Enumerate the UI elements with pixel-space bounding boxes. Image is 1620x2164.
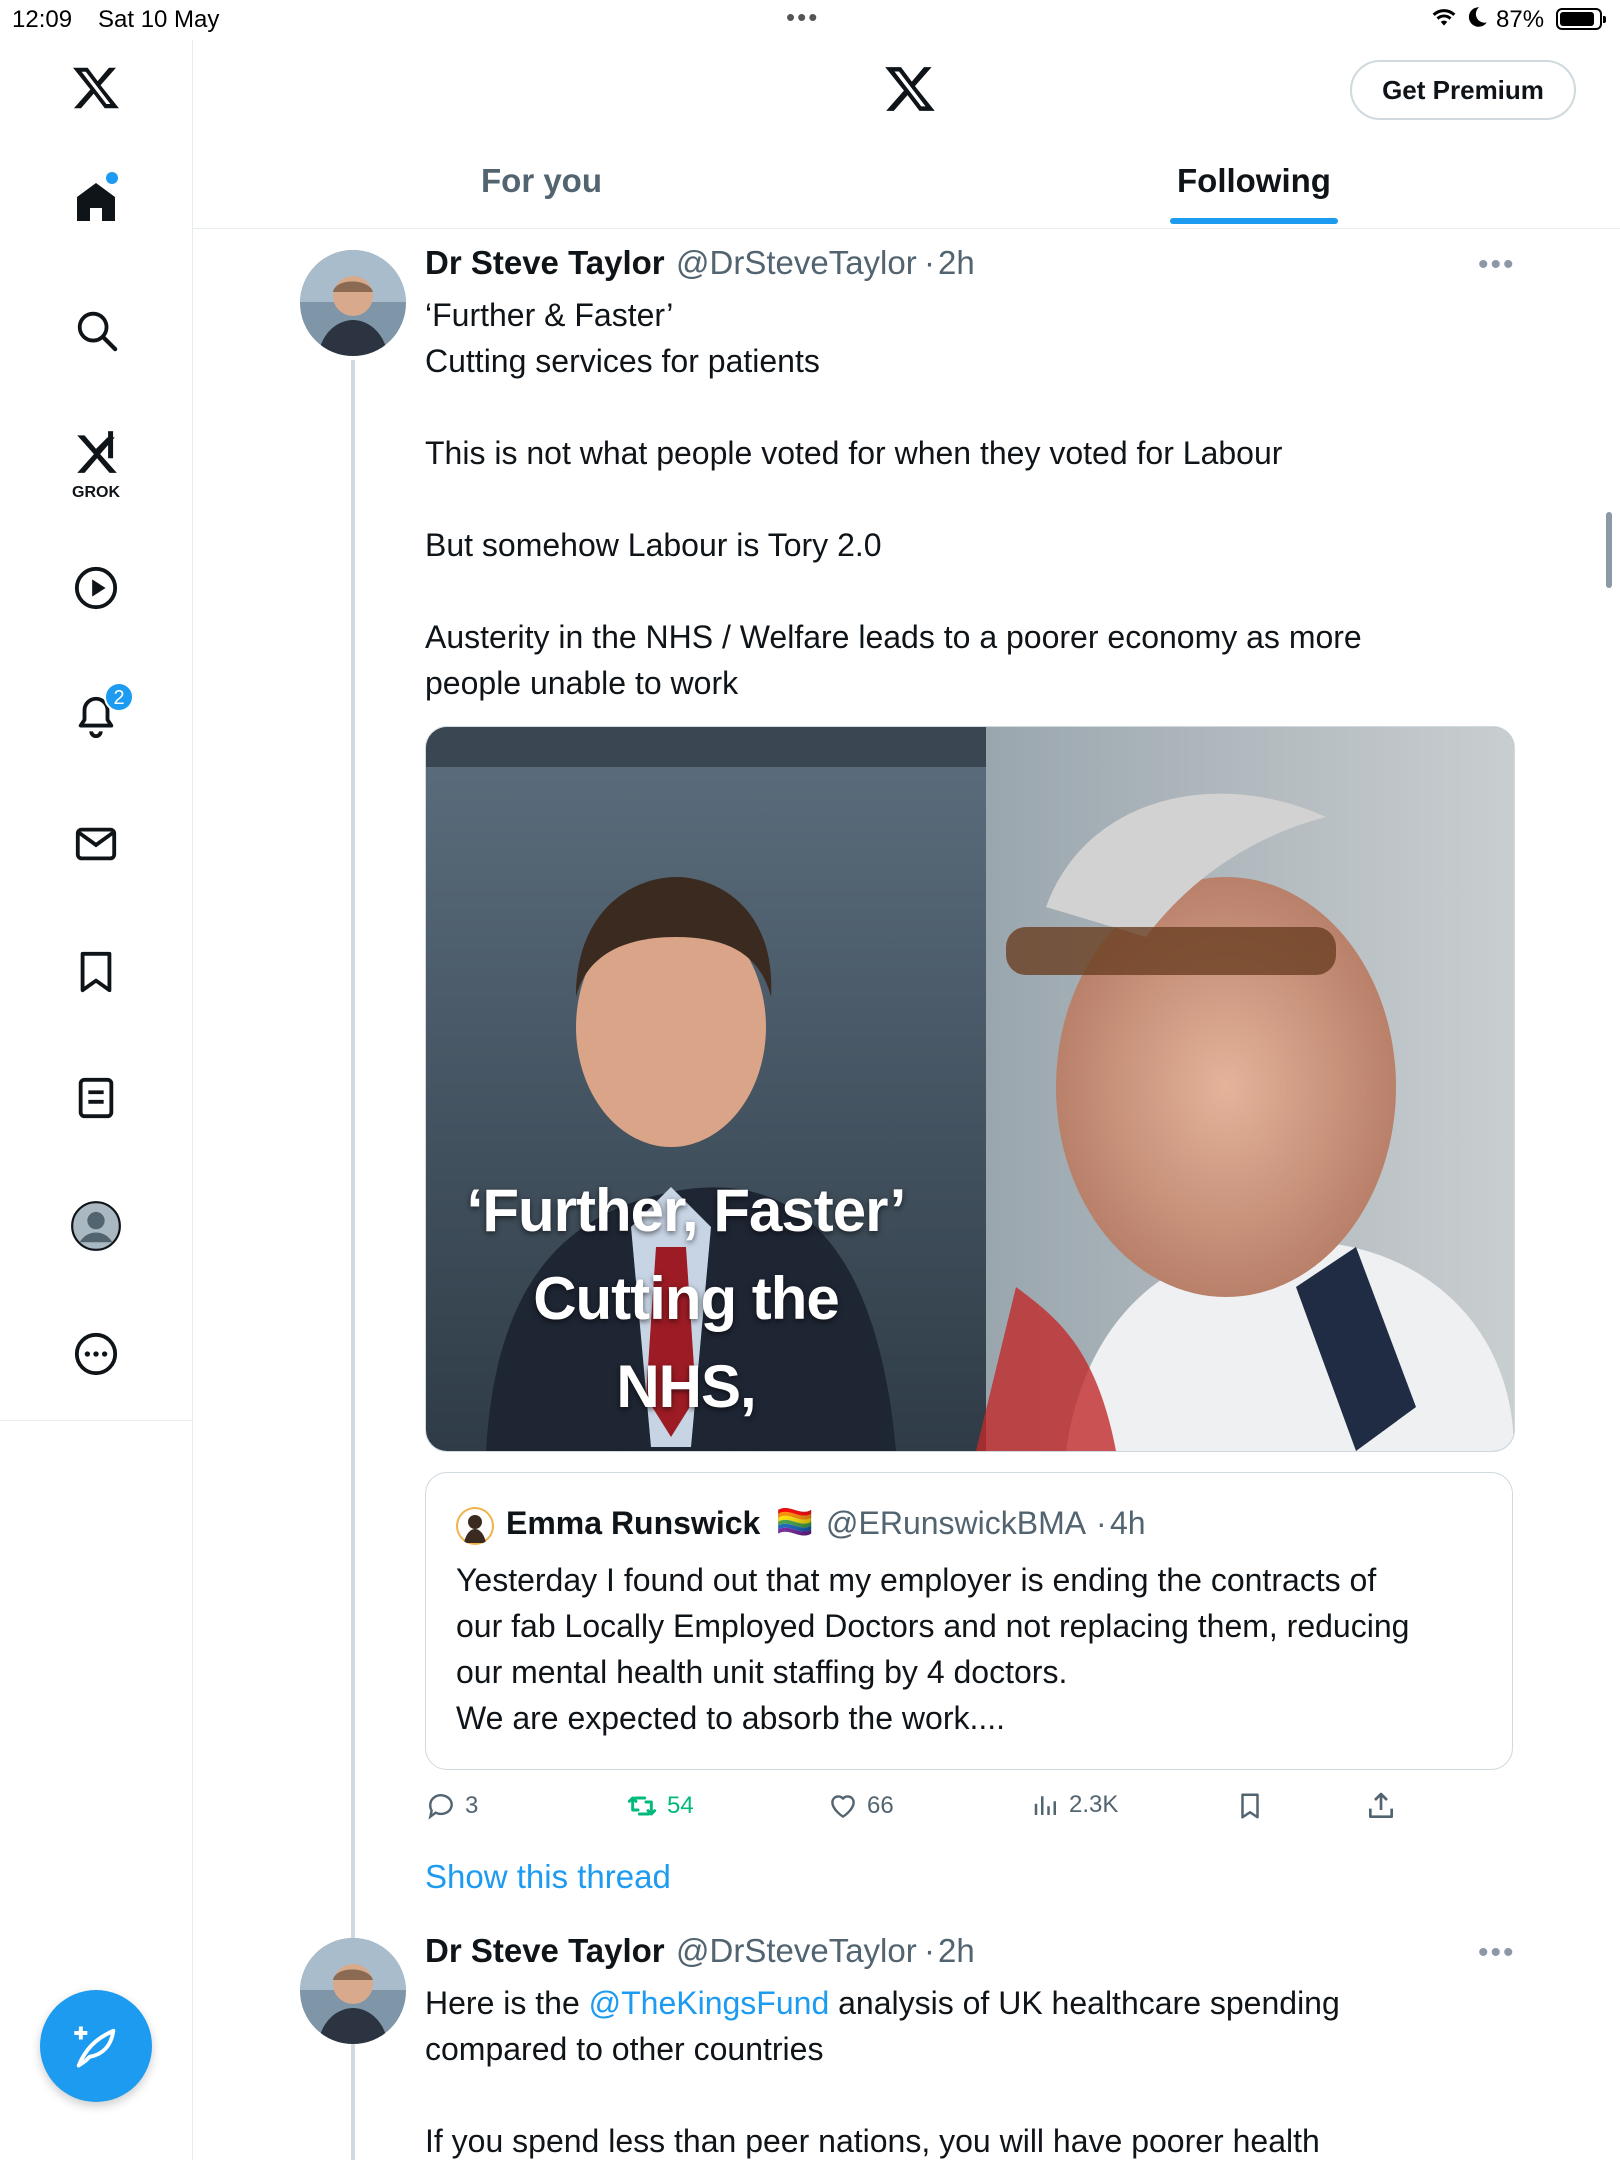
- repost-button[interactable]: 54: [625, 1790, 694, 1822]
- tweet-text-line: This is not what people voted for when t…: [425, 435, 1283, 471]
- grok-icon[interactable]: [68, 424, 124, 480]
- sidebar: GROK 2: [0, 40, 193, 2160]
- image-caption-line: and welfare: [466, 1431, 906, 1451]
- home-unread-dot: [106, 172, 118, 184]
- tweet-text-line: If you spend less than peer nations, you…: [425, 2123, 1320, 2159]
- video-play-icon[interactable]: [68, 560, 124, 616]
- tweet-author-handle[interactable]: @DrSteveTaylor: [676, 244, 917, 282]
- tweet-author-name[interactable]: Dr Steve Taylor: [425, 244, 665, 282]
- share-button[interactable]: [1365, 1790, 1397, 1822]
- quote-author-name: Emma Runswick: [506, 1505, 761, 1541]
- search-icon[interactable]: [68, 302, 124, 358]
- tab-following[interactable]: Following: [1177, 162, 1331, 200]
- notifications-count-badge: 2: [104, 682, 134, 712]
- tweet-author-name[interactable]: Dr Steve Taylor: [425, 1932, 665, 1970]
- tweet-text-line: Here is the @TheKingsFund analysis of UK…: [425, 1980, 1465, 2026]
- tweet-more-icon[interactable]: •••: [1478, 248, 1516, 282]
- tweet-more-icon[interactable]: •••: [1478, 1936, 1516, 1970]
- sidebar-divider: [0, 1420, 192, 1421]
- bookmark-icon: [1241, 1793, 1259, 1819]
- tweet-text-line: Austerity in the NHS / Welfare leads to …: [425, 619, 1362, 701]
- status-bar: 12:09 Sat 10 May ••• 87%: [0, 0, 1620, 40]
- quote-text-line: Yesterday I found out that my employer i…: [456, 1562, 1377, 1598]
- tweet-time[interactable]: 2h: [938, 244, 975, 282]
- repost-icon: [627, 1796, 657, 1816]
- views-chart-icon: [1034, 1796, 1056, 1815]
- show-thread-link[interactable]: Show this thread: [425, 1858, 671, 1896]
- status-time: 12:09: [12, 6, 73, 33]
- bookmarks-icon[interactable]: [68, 944, 124, 1000]
- lists-icon[interactable]: [68, 1070, 124, 1126]
- tweet-separator: ·: [924, 244, 935, 281]
- tweet-time[interactable]: 2h: [938, 1932, 975, 1970]
- grok-label: GROK: [72, 484, 120, 501]
- quote-text-line: our mental health unit staffing by 4 doc…: [456, 1654, 1068, 1690]
- quote-avatar: [456, 1507, 494, 1545]
- tweet-text: ‘Further & Faster’ Cutting services for …: [425, 292, 1465, 706]
- views-count: 2.3K: [1069, 1791, 1119, 1818]
- x-logo-icon[interactable]: [68, 60, 124, 116]
- repost-count: 54: [667, 1792, 694, 1819]
- timeline-header: Get Premium For you Following: [193, 40, 1620, 229]
- tweet-image[interactable]: ‘Further, Faster’ Cutting the NHS, and w…: [425, 726, 1515, 1452]
- battery-icon: [1556, 8, 1606, 30]
- image-caption-line: ‘Further, Faster’: [466, 1177, 907, 1244]
- tweet-author-handle[interactable]: @DrSteveTaylor: [676, 1932, 917, 1970]
- quote-text-line: We are expected to absorb the work....: [456, 1700, 1006, 1736]
- compose-post-button[interactable]: [40, 1990, 152, 2102]
- tweet-actions: 3 54 66 2.3K: [425, 1790, 1425, 1830]
- quote-time: 4h: [1110, 1505, 1146, 1541]
- scrollbar[interactable]: [1606, 512, 1612, 588]
- image-caption-line: Cutting the NHS,: [533, 1265, 840, 1420]
- quote-text: Yesterday I found out that my employer i…: [456, 1557, 1496, 1741]
- tab-for-you[interactable]: For you: [481, 162, 602, 200]
- tweet-separator: ·: [924, 1932, 935, 1969]
- multitask-dots-icon[interactable]: •••: [786, 2, 819, 33]
- tweet-text-line: Cutting services for patients: [425, 343, 820, 379]
- quote-text-line: our fab Locally Employed Doctors and not…: [456, 1608, 1410, 1644]
- tweet-text-line: compared to other countries: [425, 2031, 824, 2067]
- tweet-text-segment: analysis of UK healthcare spending: [829, 1985, 1340, 2021]
- reply-icon: [428, 1794, 453, 1820]
- image-caption: ‘Further, Faster’ Cutting the NHS, and w…: [466, 1167, 907, 1451]
- quote-author-handle: @ERunswickBMA: [826, 1505, 1087, 1541]
- x-logo-icon[interactable]: [883, 62, 937, 121]
- compose-feather-icon: [74, 2026, 116, 2068]
- bookmark-button[interactable]: [1235, 1790, 1265, 1822]
- battery-percent: 87%: [1496, 6, 1545, 33]
- get-premium-button[interactable]: Get Premium: [1350, 60, 1576, 120]
- like-button[interactable]: 66: [827, 1790, 894, 1822]
- views-button[interactable]: 2.3K: [1031, 1790, 1118, 1820]
- profile-avatar-icon[interactable]: [68, 1198, 124, 1254]
- tweet-text-line: But somehow Labour is Tory 2.0: [425, 527, 882, 563]
- status-date: Sat 10 May: [98, 6, 220, 33]
- tweet-text-segment: Here is the: [425, 1985, 589, 2021]
- tweet-text-line: ‘Further & Faster’: [425, 297, 674, 333]
- wifi-icon: [1430, 4, 1458, 37]
- mention-link[interactable]: @TheKingsFund: [589, 1985, 830, 2021]
- tweet-text: Here is the @TheKingsFund analysis of UK…: [425, 1980, 1465, 2164]
- like-count: 66: [867, 1792, 894, 1819]
- avatar[interactable]: [300, 1938, 406, 2044]
- do-not-disturb-icon: [1464, 4, 1490, 37]
- thread-connector-line: [351, 360, 355, 2160]
- active-tab-indicator: [1170, 218, 1338, 224]
- reply-count: 3: [465, 1792, 479, 1819]
- more-options-icon[interactable]: [68, 1326, 124, 1382]
- messages-envelope-icon[interactable]: [68, 816, 124, 872]
- heart-icon: [831, 1795, 855, 1818]
- avatar[interactable]: [300, 250, 406, 356]
- share-icon: [1369, 1792, 1393, 1818]
- pride-flag-icon: 🏳️‍🌈: [776, 1506, 814, 1539]
- quoted-tweet[interactable]: Emma Runswick 🏳️‍🌈 @ERunswickBMA · 4h Ye…: [425, 1472, 1513, 1770]
- quote-separator: ·: [1096, 1505, 1107, 1541]
- reply-button[interactable]: 3: [425, 1790, 478, 1822]
